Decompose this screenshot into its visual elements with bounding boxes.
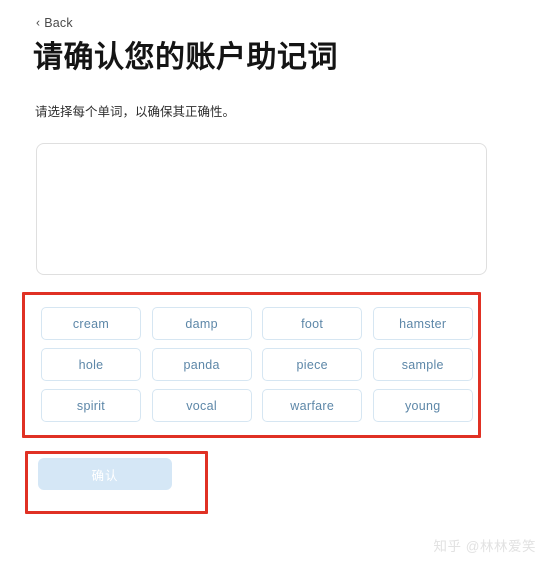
word-chip[interactable]: spirit — [41, 389, 141, 422]
word-chip[interactable]: vocal — [151, 389, 252, 422]
word-chip[interactable]: hamster — [372, 307, 473, 340]
seed-phrase-confirm-screen: ‹ Back 请确认您的账户助记词 请选择每个单词，以确保其正确性。 cream… — [0, 0, 554, 571]
word-chip[interactable]: foot — [262, 307, 363, 340]
word-bank-grid: cream damp foot hamster hole panda piece… — [41, 307, 473, 422]
back-link-label: Back — [44, 16, 73, 30]
chevron-left-icon: ‹ — [36, 15, 41, 30]
page-subtitle: 请选择每个单词，以确保其正确性。 — [35, 105, 236, 119]
confirm-button[interactable]: 确认 — [38, 458, 172, 490]
word-chip[interactable]: sample — [372, 348, 473, 381]
watermark: 知乎 @林林爱笑 — [433, 539, 536, 554]
word-chip[interactable]: young — [372, 389, 473, 422]
word-chip[interactable]: warfare — [262, 389, 363, 422]
page-title: 请确认您的账户助记词 — [33, 41, 338, 74]
word-chip[interactable]: piece — [262, 348, 363, 381]
word-chip[interactable]: hole — [41, 348, 141, 381]
back-link[interactable]: ‹ Back — [36, 16, 73, 30]
selected-words-dropzone[interactable] — [36, 143, 487, 275]
word-chip[interactable]: panda — [151, 348, 252, 381]
word-chip[interactable]: cream — [41, 307, 141, 340]
word-chip[interactable]: damp — [151, 307, 252, 340]
